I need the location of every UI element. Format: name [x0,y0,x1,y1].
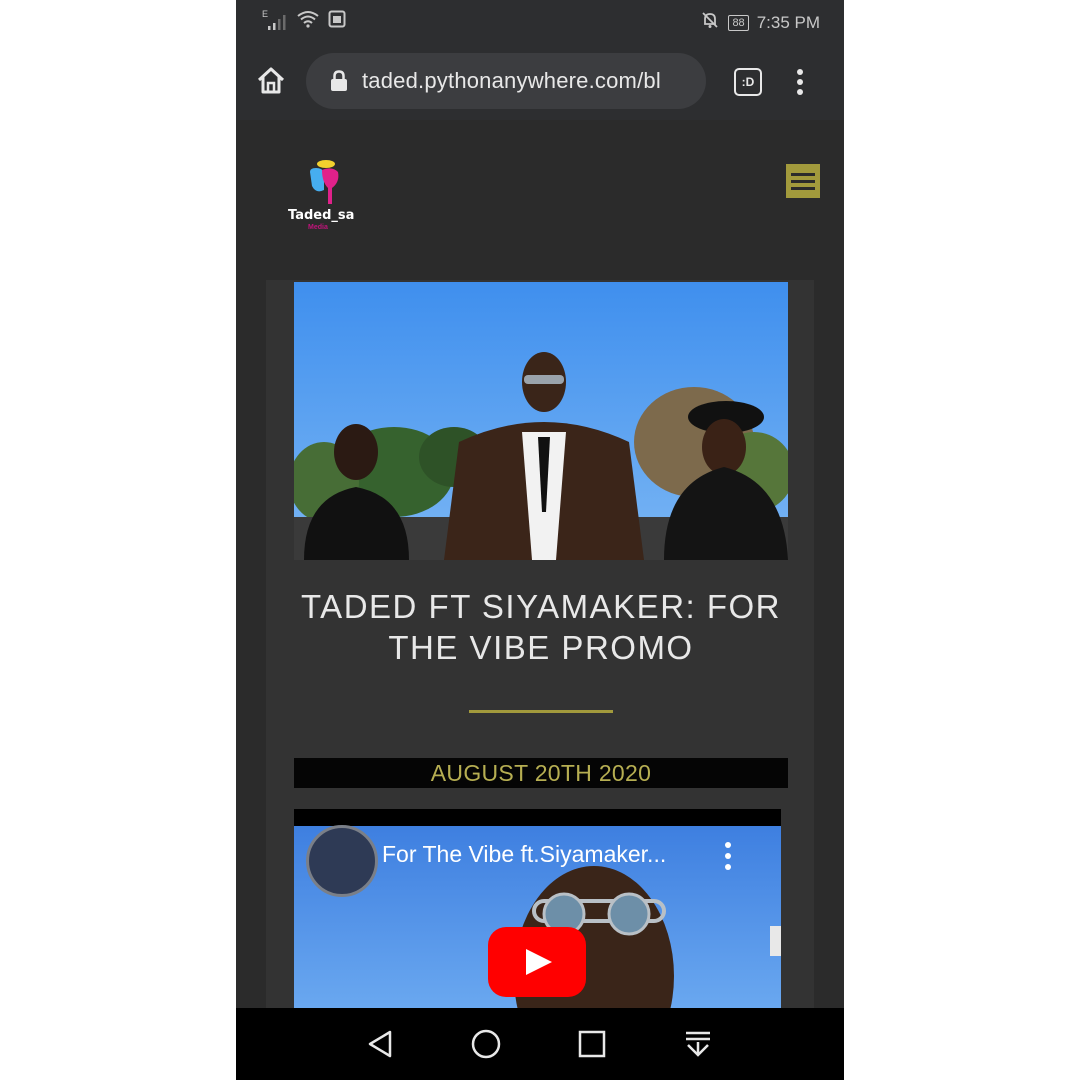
browser-toolbar: taded.pythonanywhere.com/bl :D [236,40,844,120]
recents-square-icon[interactable] [576,1028,608,1060]
post-date: AUGUST 20TH 2020 [294,758,788,788]
video-more-icon[interactable] [724,841,732,871]
video-title[interactable]: For The Vibe ft.Siyamaker... [382,841,666,868]
post-hero-image[interactable] [294,282,788,560]
hamburger-line [791,172,815,176]
logo-subtext: Media [308,224,328,231]
more-vert-icon [797,69,803,95]
channel-avatar[interactable] [306,825,378,897]
pull-down-icon[interactable] [682,1028,714,1060]
system-nav-bar [236,1008,844,1080]
logo-text: Taded_sa [288,208,355,223]
youtube-embed[interactable]: For The Vibe ft.Siyamaker... [294,809,781,1009]
home-circle-icon[interactable] [470,1028,502,1060]
youtube-play-icon[interactable] [488,927,586,997]
post-title: TADED FT SIYAMAKER: FOR THE VIBE PROMO [300,588,782,666]
notifications-off-icon [700,10,720,35]
wifi-icon [296,10,320,33]
browser-menu-button[interactable] [796,68,804,96]
battery-indicator: 88 [728,14,749,31]
web-page: Taded_sa Media TADED FT SIYAMAKER: FOR T… [236,120,844,1020]
address-bar[interactable]: taded.pythonanywhere.com/bl [306,53,706,109]
lock-icon [331,70,347,91]
home-button[interactable] [254,64,288,98]
screenshot-icon [328,10,346,33]
url-text: taded.pythonanywhere.com/bl [362,68,661,93]
title-divider [469,710,613,713]
status-time: 7:35 PM [756,12,820,32]
hamburger-line [791,179,815,183]
signal-icon: E [262,9,288,31]
phone-screen: E 88 7:35 PM taded.pythonanywhere.com/bl… [236,0,844,1080]
back-triangle-icon[interactable] [364,1028,396,1060]
hamburger-menu-button[interactable] [786,164,820,198]
home-icon [257,67,285,94]
tab-switcher-button[interactable]: :D [734,68,762,96]
hamburger-line [791,186,815,190]
status-bar: E 88 7:35 PM [236,0,844,40]
